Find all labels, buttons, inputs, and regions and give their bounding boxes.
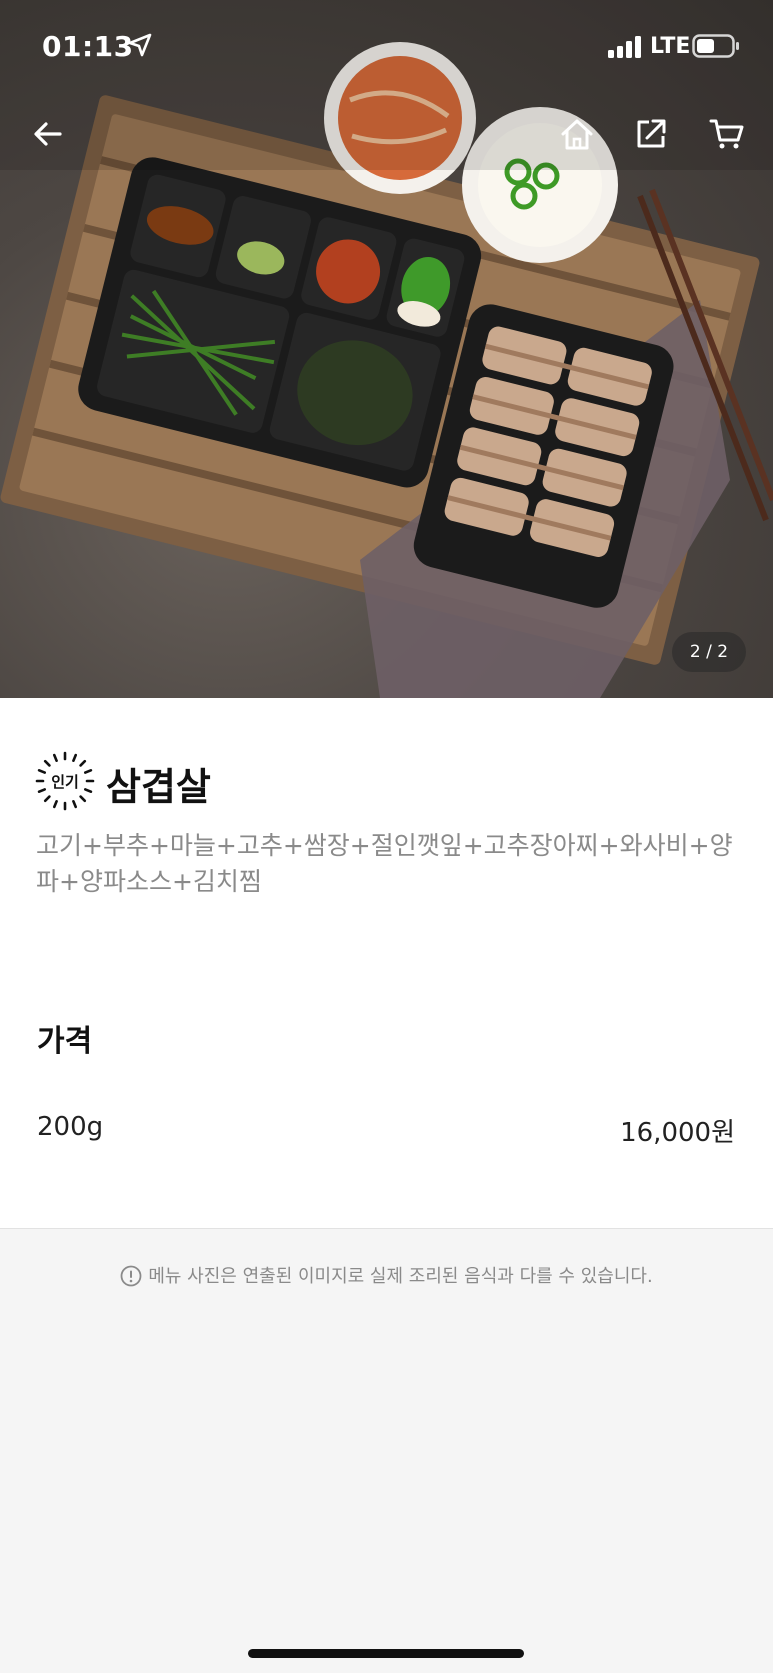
- menu-title: 삼겹살: [106, 765, 211, 809]
- status-time: 01:13: [42, 30, 134, 63]
- warning-icon: [120, 1265, 142, 1287]
- section-divider: [0, 1228, 773, 1229]
- location-arrow-icon: [128, 33, 152, 57]
- share-button[interactable]: [627, 110, 675, 158]
- option-name: 200g: [37, 1112, 104, 1142]
- option-price: 16,000원: [620, 1118, 735, 1148]
- home-indicator: [248, 1649, 524, 1658]
- menu-photo-carousel[interactable]: 01:13 LTE 2 / 2: [0, 0, 773, 698]
- home-icon: [561, 119, 593, 150]
- price-option-row[interactable]: 200g 16,000원: [37, 1112, 735, 1152]
- share-icon: [637, 119, 666, 148]
- signal-icon: [608, 36, 641, 58]
- network-type: LTE: [650, 34, 691, 59]
- popular-badge-label: 인기: [51, 772, 79, 791]
- menu-description: 고기+부추+마늘+고추+쌈장+절인깻잎+고추장아찌+와사비+양파+양파소스+김치…: [36, 831, 733, 896]
- photo-notice: 메뉴 사진은 연출된 이미지로 실제 조리된 음식과 다를 수 있습니다.: [0, 1262, 773, 1288]
- price-heading: 가격: [37, 1024, 93, 1059]
- back-arrow-icon: [34, 122, 62, 146]
- home-button[interactable]: [553, 110, 601, 158]
- status-bar: 01:13 LTE: [0, 0, 773, 90]
- menu-photo: [0, 0, 773, 698]
- menu-info-panel: 인기 삼겹살 고기+부추+마늘+고추+쌈장+절인깻잎+고추장아찌+와사비+양파+…: [0, 698, 773, 1228]
- battery-icon: [692, 34, 739, 58]
- photo-page-indicator: 2 / 2: [672, 632, 746, 672]
- notice-text: 메뉴 사진은 연출된 이미지로 실제 조리된 음식과 다를 수 있습니다.: [148, 1266, 653, 1287]
- cart-icon: [709, 119, 744, 149]
- cart-button[interactable]: [703, 110, 751, 158]
- back-button[interactable]: [24, 110, 72, 158]
